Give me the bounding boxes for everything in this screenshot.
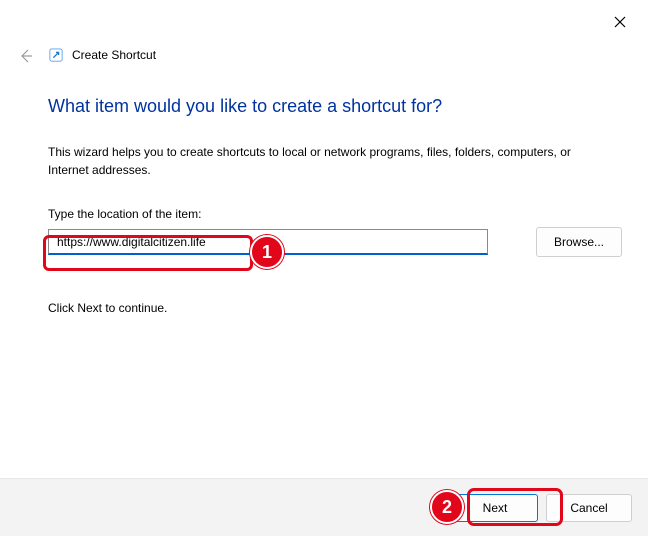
create-shortcut-wizard: Create Shortcut What item would you like… [0,0,648,536]
close-button[interactable] [608,10,632,34]
wizard-content: What item would you like to create a sho… [48,96,622,315]
back-button[interactable] [16,46,36,66]
location-row: Browse... [48,227,622,257]
continue-instruction: Click Next to continue. [48,301,622,315]
back-arrow-icon [18,48,34,64]
browse-button[interactable]: Browse... [536,227,622,257]
shortcut-icon [48,47,64,63]
close-icon [614,16,626,28]
next-button[interactable]: Next [452,494,538,522]
wizard-footer: Next Cancel [0,478,648,536]
wizard-title: Create Shortcut [72,48,156,62]
cancel-button[interactable]: Cancel [546,494,632,522]
location-label: Type the location of the item: [48,207,622,221]
location-input[interactable] [48,229,488,255]
wizard-description: This wizard helps you to create shortcut… [48,143,608,179]
page-heading: What item would you like to create a sho… [48,96,622,117]
titlebar [0,0,648,46]
